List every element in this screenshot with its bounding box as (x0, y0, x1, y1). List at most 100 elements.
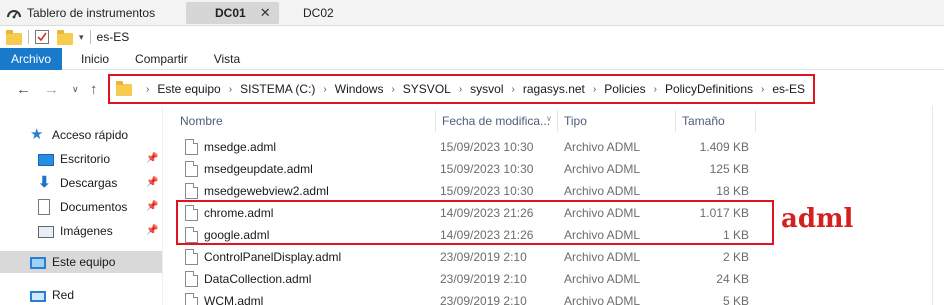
document-icon (185, 161, 198, 177)
column-type[interactable]: Tipo (558, 110, 676, 132)
tab-dashboard-label: Tablero de instrumentos (27, 6, 156, 20)
chevron-right-icon: › (146, 83, 150, 95)
column-size[interactable]: Tamaño (676, 110, 756, 132)
file-name: ControlPanelDisplay.adml (204, 250, 342, 264)
breadcrumb-windows[interactable]: Windows (335, 82, 384, 96)
file-size: 18 KB (716, 184, 749, 198)
breadcrumb-es-es[interactable]: es-ES (772, 82, 805, 96)
tab-share[interactable]: Compartir (122, 48, 201, 70)
forward-arrow-icon[interactable]: → (44, 81, 59, 98)
network-icon (30, 291, 46, 302)
chevron-right-icon[interactable]: › (323, 84, 326, 95)
toolbar-divider (28, 30, 29, 44)
breadcrumb-policydefinitions[interactable]: PolicyDefinitions (665, 82, 753, 96)
file-date: 15/09/2023 10:30 (440, 162, 534, 176)
folder-icon (6, 29, 22, 45)
file-type: Archivo ADML (564, 294, 641, 305)
pane-splitter[interactable] (162, 106, 163, 305)
desktop-icon (38, 154, 54, 166)
file-type: Archivo ADML (564, 250, 641, 264)
file-row-msedgeupdate[interactable]: msedgeupdate.adml 15/09/2023 10:30 Archi… (174, 158, 774, 180)
file-date: 23/09/2019 2:10 (440, 294, 527, 305)
nav-network[interactable]: Red (30, 284, 74, 305)
customize-toolbar-icon[interactable]: ▾ (79, 32, 84, 43)
pin-icon[interactable]: 📌 (146, 201, 158, 212)
file-date: 23/09/2019 2:10 (440, 250, 527, 264)
file-name: DataCollection.adml (204, 272, 312, 286)
pictures-icon (38, 226, 54, 238)
file-date: 23/09/2019 2:10 (440, 272, 527, 286)
chevron-down-icon[interactable]: ∨ (546, 114, 552, 123)
column-date[interactable]: Fecha de modifica... (436, 110, 558, 132)
nav-downloads[interactable]: ⬇ Descargas (38, 172, 117, 194)
address-bar[interactable]: › Este equipo › SISTEMA (C:) › Windows ›… (108, 74, 815, 104)
file-name: WCM.adml (204, 294, 264, 305)
star-icon: ★ (30, 126, 44, 143)
chevron-right-icon[interactable]: › (761, 84, 764, 95)
tab-dc01[interactable]: DC01 ✕ (186, 2, 279, 24)
tab-home[interactable]: Inicio (68, 48, 122, 70)
file-type: Archivo ADML (564, 272, 641, 286)
properties-icon[interactable] (35, 30, 49, 44)
file-row-wcm[interactable]: WCM.adml 23/09/2019 2:10 Archivo ADML 5 … (174, 290, 774, 305)
pin-icon[interactable]: 📌 (146, 225, 158, 236)
file-size: 125 KB (709, 162, 749, 176)
document-icon (185, 139, 198, 155)
file-row-msedgewebview2[interactable]: msedgewebview2.adml 15/09/2023 10:30 Arc… (174, 180, 774, 202)
breadcrumb-sysvol[interactable]: sysvol (470, 82, 503, 96)
file-date: 15/09/2023 10:30 (440, 184, 534, 198)
back-arrow-icon[interactable]: ← (16, 81, 31, 98)
breadcrumb-sysvol-upper[interactable]: SYSVOL (403, 82, 451, 96)
file-name: msedgeupdate.adml (204, 162, 313, 176)
up-arrow-icon[interactable]: ↑ (90, 81, 98, 98)
nav-documents[interactable]: Documentos (38, 196, 127, 218)
pin-icon[interactable]: 📌 (146, 153, 158, 164)
column-name[interactable]: Nombre (174, 110, 436, 132)
nav-quick-access-label: Acceso rápido (52, 128, 129, 142)
tab-dc02-label: DC02 (303, 6, 334, 20)
dashboard-icon (6, 5, 22, 21)
breadcrumb-domain[interactable]: ragasys.net (523, 82, 585, 96)
nav-downloads-label: Descargas (60, 176, 118, 190)
file-name: msedgewebview2.adml (204, 184, 329, 198)
chevron-right-icon[interactable]: › (654, 84, 657, 95)
file-row-msedge[interactable]: msedge.adml 15/09/2023 10:30 Archivo ADM… (174, 136, 774, 158)
documents-icon (38, 199, 50, 215)
recent-locations-chevron-icon[interactable]: ∨ (72, 84, 79, 95)
tab-dc02[interactable]: DC02 (282, 2, 334, 24)
file-row-controlpaneldisplay[interactable]: ControlPanelDisplay.adml 23/09/2019 2:10… (174, 246, 774, 268)
pin-icon[interactable]: 📌 (146, 177, 158, 188)
file-size: 1.409 KB (699, 140, 749, 154)
scrollbar-track[interactable] (932, 106, 933, 305)
nav-network-label: Red (52, 288, 75, 302)
windows-logo-icon (282, 5, 298, 21)
chevron-right-icon[interactable]: › (459, 84, 462, 95)
nav-desktop-label: Escritorio (60, 152, 111, 166)
file-size: 24 KB (716, 272, 749, 286)
nav-desktop[interactable]: Escritorio (38, 148, 110, 170)
nav-this-pc[interactable]: Este equipo (30, 251, 115, 273)
document-icon (185, 249, 198, 265)
breadcrumb-este-equipo[interactable]: Este equipo (157, 82, 220, 96)
chevron-right-icon[interactable]: › (512, 84, 515, 95)
tab-view[interactable]: Vista (201, 48, 253, 70)
chevron-right-icon[interactable]: › (391, 84, 394, 95)
chevron-right-icon[interactable]: › (229, 84, 232, 95)
vm-tab-strip: Tablero de instrumentos DC01 ✕ DC02 (0, 0, 944, 26)
navigation-pane: ★ Acceso rápido Escritorio 📌 ⬇ Descargas… (0, 106, 162, 305)
navigation-bar: ← → ∨ ↑ › Este equipo › SISTEMA (C:) › W… (0, 72, 944, 106)
chevron-right-icon[interactable]: › (593, 84, 596, 95)
nav-quick-access[interactable]: ★ Acceso rápido (30, 124, 128, 146)
folder-icon (116, 81, 132, 96)
tab-file[interactable]: Archivo (0, 48, 63, 70)
file-row-datacollection[interactable]: DataCollection.adml 23/09/2019 2:10 Arch… (174, 268, 774, 290)
nav-pictures[interactable]: Imágenes (38, 220, 113, 242)
breadcrumb-sistema[interactable]: SISTEMA (C:) (240, 82, 315, 96)
file-name: msedge.adml (204, 140, 277, 154)
new-folder-icon[interactable] (57, 29, 73, 45)
close-tab-icon[interactable]: ✕ (260, 5, 271, 21)
breadcrumb-policies[interactable]: Policies (604, 82, 645, 96)
column-headers: Nombre Fecha de modifica... ∨ Tipo Tamañ… (174, 110, 774, 132)
tab-dashboard[interactable]: Tablero de instrumentos (6, 2, 155, 24)
ribbon-tabs: Archivo Inicio Compartir Vista (0, 48, 944, 70)
